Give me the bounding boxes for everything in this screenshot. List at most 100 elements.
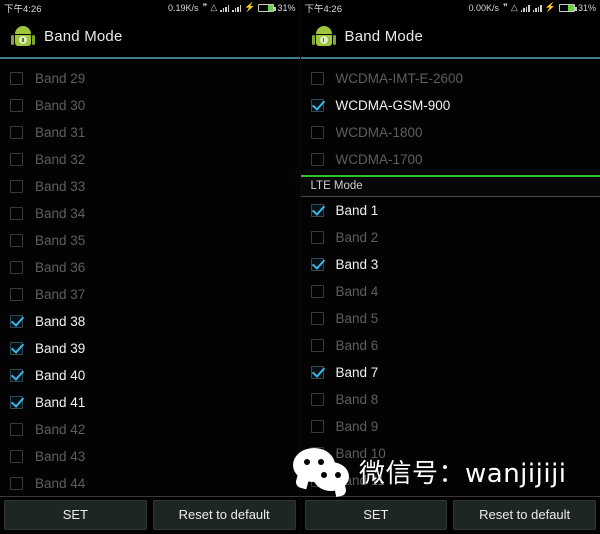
checkbox[interactable]	[10, 396, 23, 409]
band-list-left[interactable]: Band 29 Band 30 Band 31 Band 32 Band 33 …	[0, 59, 300, 496]
right-phone-screenshot: 下午4:26 0.00K/s ❞ △ ⚡ 31% Band Mode WCDMA…	[300, 0, 600, 534]
list-item[interactable]: Band 11	[301, 467, 600, 494]
list-item-label: Band 32	[35, 152, 86, 167]
set-button[interactable]: SET	[304, 499, 448, 530]
status-clock: 下午4:26	[4, 3, 42, 15]
list-item[interactable]: Band 42	[0, 416, 300, 443]
checkbox[interactable]	[310, 231, 324, 244]
list-item[interactable]: Band 37	[0, 281, 300, 308]
checkbox[interactable]	[10, 207, 23, 220]
section-header-label: LTE Mode	[300, 177, 600, 197]
checkbox[interactable]	[310, 72, 324, 85]
list-item-label: Band 11	[335, 473, 385, 488]
checkbox[interactable]	[10, 369, 23, 382]
battery-icon	[558, 3, 577, 12]
checkbox[interactable]	[10, 315, 23, 328]
list-item[interactable]: Band 32	[0, 146, 300, 173]
list-item[interactable]: WCDMA-GSM-900	[301, 92, 600, 119]
list-item[interactable]: Band 35	[0, 227, 300, 254]
list-item-label: Band 38	[35, 314, 86, 329]
list-item[interactable]: Band 2	[301, 224, 600, 251]
list-item[interactable]: Band 5	[301, 305, 600, 332]
list-item[interactable]: Band 41	[0, 389, 300, 416]
status-bar: 下午4:26 0.00K/s ❞ △ ⚡ 31%	[300, 0, 600, 15]
battery-percent-label: 31%	[277, 2, 296, 13]
list-item[interactable]: Band 36	[0, 254, 300, 281]
checkbox[interactable]	[310, 447, 324, 460]
checkbox[interactable]	[310, 366, 324, 379]
list-item[interactable]: Band 39	[0, 335, 300, 362]
list-item[interactable]: Band 8	[301, 386, 600, 413]
checkbox[interactable]	[310, 204, 324, 217]
checkbox[interactable]	[310, 312, 324, 325]
checkbox[interactable]	[10, 72, 23, 85]
list-item[interactable]: Band 7	[301, 359, 600, 386]
checkbox[interactable]	[310, 474, 324, 487]
list-item-label: Band 35	[35, 233, 86, 248]
list-item[interactable]: Band 43	[0, 443, 300, 470]
checkbox[interactable]	[10, 450, 23, 463]
list-item[interactable]: Band 1	[301, 197, 600, 224]
list-item[interactable]: Band 29	[0, 65, 300, 92]
list-item[interactable]: Band 4	[301, 278, 600, 305]
battery-percent-label: 31%	[577, 2, 596, 13]
list-item[interactable]: Band 6	[301, 332, 600, 359]
checkbox[interactable]	[10, 423, 23, 436]
list-item-label: Band 42	[35, 422, 86, 437]
checkbox[interactable]	[10, 261, 23, 274]
checkbox[interactable]	[310, 339, 324, 352]
button-bar: SET Reset to default	[0, 496, 300, 534]
list-item[interactable]: WCDMA-1700	[301, 146, 600, 173]
band-list-right[interactable]: WCDMA-IMT-E-2600 WCDMA-GSM-900 WCDMA-180…	[300, 59, 600, 496]
checkbox[interactable]	[10, 99, 23, 112]
list-item-label: Band 33	[35, 179, 86, 194]
wifi-icon: △	[510, 2, 518, 12]
list-item-label: Band 30	[35, 98, 86, 113]
list-item-label: Band 43	[35, 449, 86, 464]
data-rate-label: 0.00K/s	[468, 2, 499, 13]
checkbox[interactable]	[10, 234, 23, 247]
checkbox[interactable]	[310, 393, 324, 406]
checkbox[interactable]	[10, 180, 23, 193]
bluetooth-icon: ❞	[503, 2, 508, 12]
list-item-label: Band 37	[35, 287, 86, 302]
checkbox[interactable]	[10, 153, 23, 166]
list-item[interactable]: WCDMA-1800	[301, 119, 600, 146]
list-item-label: Band 34	[35, 206, 86, 221]
list-item[interactable]: Band 44	[0, 470, 300, 496]
title-bar: Band Mode	[0, 15, 300, 59]
checkbox[interactable]	[310, 153, 324, 166]
reset-to-default-button[interactable]: Reset to default	[453, 499, 596, 530]
list-item-label: Band 41	[35, 395, 86, 410]
list-item[interactable]: Band 10	[301, 440, 600, 467]
checkbox[interactable]	[310, 99, 324, 112]
checkbox[interactable]	[310, 126, 324, 139]
list-item[interactable]: Band 31	[0, 119, 300, 146]
list-item[interactable]: Band 34	[0, 200, 300, 227]
bluetooth-icon: ❞	[202, 2, 208, 12]
list-item[interactable]: Band 40	[0, 362, 300, 389]
checkbox[interactable]	[10, 126, 23, 139]
checkbox[interactable]	[310, 420, 324, 433]
list-item[interactable]: Band 9	[301, 413, 600, 440]
reset-to-default-button[interactable]: Reset to default	[152, 499, 296, 530]
list-item[interactable]: Band 33	[0, 173, 300, 200]
checkbox[interactable]	[10, 342, 23, 355]
list-item[interactable]: WCDMA-IMT-E-2600	[301, 65, 600, 92]
checkbox[interactable]	[10, 288, 23, 301]
list-item[interactable]: Band 38	[0, 308, 300, 335]
checkbox[interactable]	[10, 477, 23, 490]
checkbox[interactable]	[310, 285, 324, 298]
wifi-icon: △	[210, 2, 218, 12]
list-item[interactable]: Band 30	[0, 92, 300, 119]
signal-bars-icon	[220, 4, 230, 12]
list-item[interactable]: Band 3	[301, 251, 600, 278]
page-title: Band Mode	[344, 27, 424, 45]
list-item-label: Band 5	[335, 311, 379, 326]
signal-bars-icon-2	[532, 4, 542, 12]
list-item-label: Band 7	[335, 365, 379, 380]
list-item-label: Band 1	[335, 203, 379, 218]
set-button[interactable]: SET	[4, 499, 147, 530]
page-title: Band Mode	[44, 27, 123, 45]
checkbox[interactable]	[310, 258, 324, 271]
